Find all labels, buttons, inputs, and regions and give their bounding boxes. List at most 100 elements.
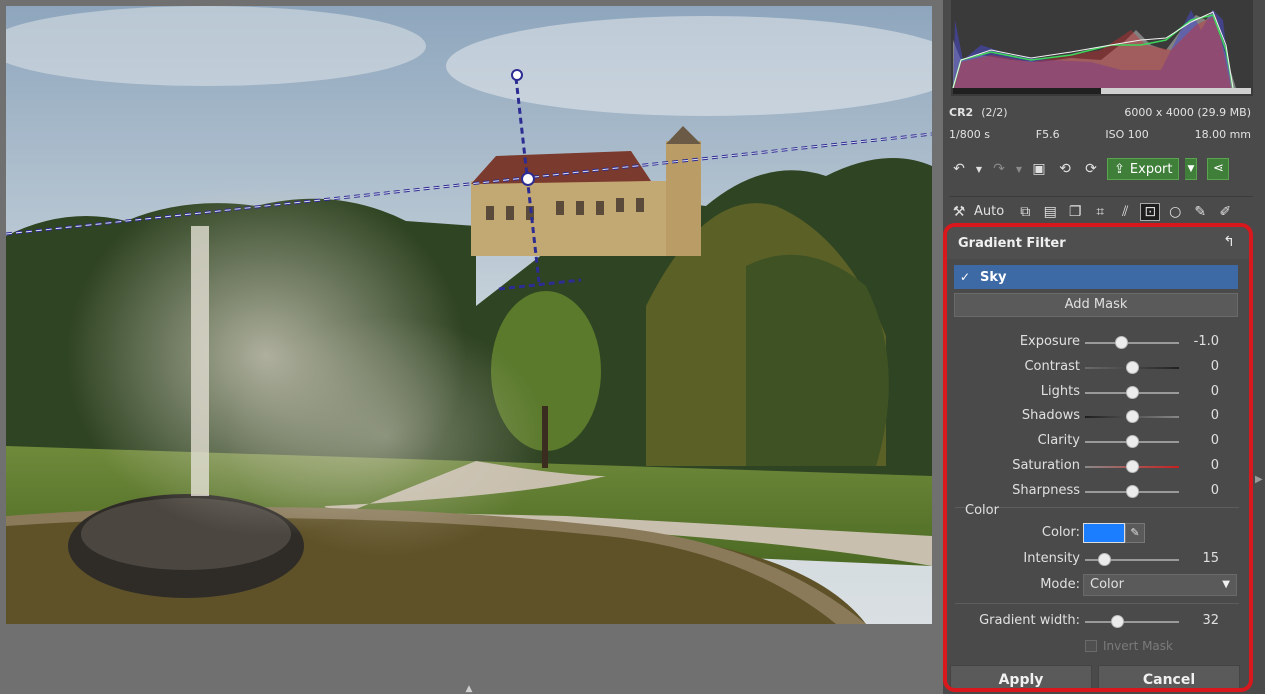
saturation-knob[interactable] (1126, 460, 1139, 473)
intensity-label: Intensity (1023, 551, 1080, 566)
contrast-label: Contrast (1024, 359, 1080, 374)
gradient-filter-icon[interactable]: ⊡ (1140, 202, 1161, 221)
contrast-knob[interactable] (1126, 361, 1139, 374)
file-info-row: CR2 (2/2) 6000 x 4000 (29.9 MB) (949, 104, 1251, 120)
color-section-label: Color (965, 503, 999, 518)
tools-toolbar: ⚒ Auto ⧉ ▤ ❐ ⌗ ⫽ ⊡ ○ ✎ ✐ (949, 196, 1253, 222)
file-index: (2/2) (981, 105, 1008, 119)
gradient-width-knob[interactable] (1110, 615, 1124, 628)
file-dimensions: 6000 x 4000 (29.9 MB) (1124, 105, 1251, 119)
gradient-width-label: Gradient width: (979, 613, 1080, 628)
histogram-graph (951, 0, 1253, 96)
mode-row: Mode: Color ▼ (947, 573, 1243, 597)
add-mask-button[interactable]: Add Mask (954, 293, 1238, 317)
exposure-track[interactable] (1085, 342, 1179, 344)
lights-knob[interactable] (1126, 386, 1139, 399)
cancel-button[interactable]: Cancel (1098, 665, 1240, 688)
undo-icon[interactable]: ↶ (949, 161, 969, 177)
intensity-value[interactable]: 15 (1179, 551, 1219, 566)
radial-filter-icon[interactable]: ○ (1165, 204, 1185, 220)
exposure-value[interactable]: -1.0 (1179, 334, 1219, 349)
main-toolbar: ↶ ▼ ↷ ▼ ▣ ⟲ ⟳ ⇪ Export ▼ ⋖ (949, 154, 1253, 184)
shadows-knob[interactable] (1126, 410, 1139, 423)
copy-settings-icon[interactable]: ⧉ (1015, 204, 1035, 220)
color-row: Color: ✎ (947, 521, 1243, 545)
reset-arrow-icon[interactable]: ↰ (1223, 234, 1235, 250)
photo-preview[interactable] (6, 6, 932, 624)
crop-icon[interactable]: ⌗ (1090, 204, 1110, 220)
eyedropper-icon[interactable]: ✎ (1125, 523, 1145, 543)
section-divider-2 (955, 603, 1239, 604)
saturation-slider-row: Saturation 0 (947, 455, 1243, 477)
color-swatch[interactable] (1083, 523, 1125, 543)
redo-icon[interactable]: ↷ (989, 161, 1009, 177)
exif-shutter: 1/800 s (949, 127, 990, 141)
export-icon: ⇪ (1114, 161, 1125, 177)
redo-history-chevron-down-icon[interactable]: ▼ (1015, 165, 1023, 174)
undo-history-chevron-down-icon[interactable]: ▼ (975, 165, 983, 174)
bottom-panel-toggle-icon[interactable]: ▲ (461, 684, 477, 694)
sharpness-label: Sharpness (1012, 483, 1080, 498)
perspective-icon[interactable]: ⫽ (1115, 204, 1135, 220)
lights-slider-row: Lights 0 (947, 381, 1243, 403)
chevron-down-icon: ▼ (1222, 579, 1230, 590)
rotate-right-icon[interactable]: ⟳ (1081, 161, 1101, 177)
clarity-label: Clarity (1037, 433, 1080, 448)
gradient-filter-panel: Gradient Filter ↰ ✓ Sky Add Mask Exposur… (943, 223, 1253, 692)
brush-icon[interactable]: ✎ (1190, 204, 1210, 220)
export-dropdown-chevron-down-icon[interactable]: ▼ (1185, 158, 1198, 180)
paste-settings-icon[interactable]: ▤ (1040, 204, 1060, 220)
shadows-label: Shadows (1021, 408, 1080, 423)
gradient-width-slider-row: Gradient width: 32 (947, 610, 1243, 632)
mask-item-sky[interactable]: ✓ Sky (954, 265, 1238, 289)
export-button[interactable]: ⇪ Export (1107, 158, 1180, 180)
exposure-label: Exposure (1019, 334, 1080, 349)
apply-button[interactable]: Apply (950, 665, 1092, 688)
gradient-width-track[interactable] (1085, 621, 1179, 623)
sharpness-value[interactable]: 0 (1179, 483, 1219, 498)
exif-focal: 18.00 mm (1194, 127, 1252, 141)
shadows-slider-row: Shadows 0 (947, 405, 1243, 427)
photo-image[interactable] (6, 6, 932, 624)
right-panel-toggle-icon[interactable]: ▶ (1255, 470, 1265, 490)
clarity-value[interactable]: 0 (1179, 433, 1219, 448)
intensity-slider-row: Intensity 15 (947, 548, 1243, 570)
intensity-knob[interactable] (1097, 553, 1111, 566)
saturation-value[interactable]: 0 (1179, 458, 1219, 473)
exif-row: 1/800 s F5.6 ISO 100 18.00 mm (949, 126, 1251, 142)
rotate-left-icon[interactable]: ⟲ (1055, 161, 1075, 177)
saturation-label: Saturation (1012, 458, 1080, 473)
sharpness-slider-row: Sharpness 0 (947, 480, 1243, 502)
duplicate-icon[interactable]: ❐ (1065, 204, 1085, 220)
contrast-slider-row: Contrast 0 (947, 356, 1243, 378)
filter-header: Gradient Filter ↰ (947, 227, 1249, 259)
exif-aperture: F5.6 (1035, 127, 1060, 141)
mode-label: Mode: (1040, 577, 1080, 592)
exposure-slider-row: Exposure -1.0 (947, 331, 1243, 353)
invert-mask-row: Invert Mask (1085, 637, 1173, 655)
clarity-slider-row: Clarity 0 (947, 430, 1243, 452)
invert-mask-checkbox[interactable] (1085, 640, 1097, 652)
color-label: Color: (1041, 525, 1080, 540)
eraser-icon[interactable]: ✐ (1215, 204, 1235, 220)
clarity-knob[interactable] (1126, 435, 1139, 448)
histogram (951, 0, 1253, 96)
share-icon[interactable]: ⋖ (1207, 158, 1230, 180)
shadows-value[interactable]: 0 (1179, 408, 1219, 423)
mask-visibility-checkbox[interactable]: ✓ (960, 270, 974, 284)
contrast-value[interactable]: 0 (1179, 359, 1219, 374)
exposure-knob[interactable] (1114, 336, 1128, 349)
sharpness-knob[interactable] (1126, 485, 1139, 498)
canvas-area: ▲ (0, 0, 943, 694)
export-label: Export (1129, 161, 1173, 177)
mode-select[interactable]: Color ▼ (1083, 574, 1237, 596)
auto-wand-icon[interactable]: ⚒ (949, 204, 969, 220)
gradient-width-value[interactable]: 32 (1179, 613, 1219, 628)
auto-button[interactable]: Auto (974, 204, 1004, 219)
filter-title: Gradient Filter (958, 236, 1066, 251)
invert-mask-label: Invert Mask (1103, 639, 1173, 653)
mask-name: Sky (980, 269, 1007, 285)
file-format: CR2 (949, 105, 974, 119)
lights-value[interactable]: 0 (1179, 384, 1219, 399)
image-icon[interactable]: ▣ (1029, 161, 1049, 177)
